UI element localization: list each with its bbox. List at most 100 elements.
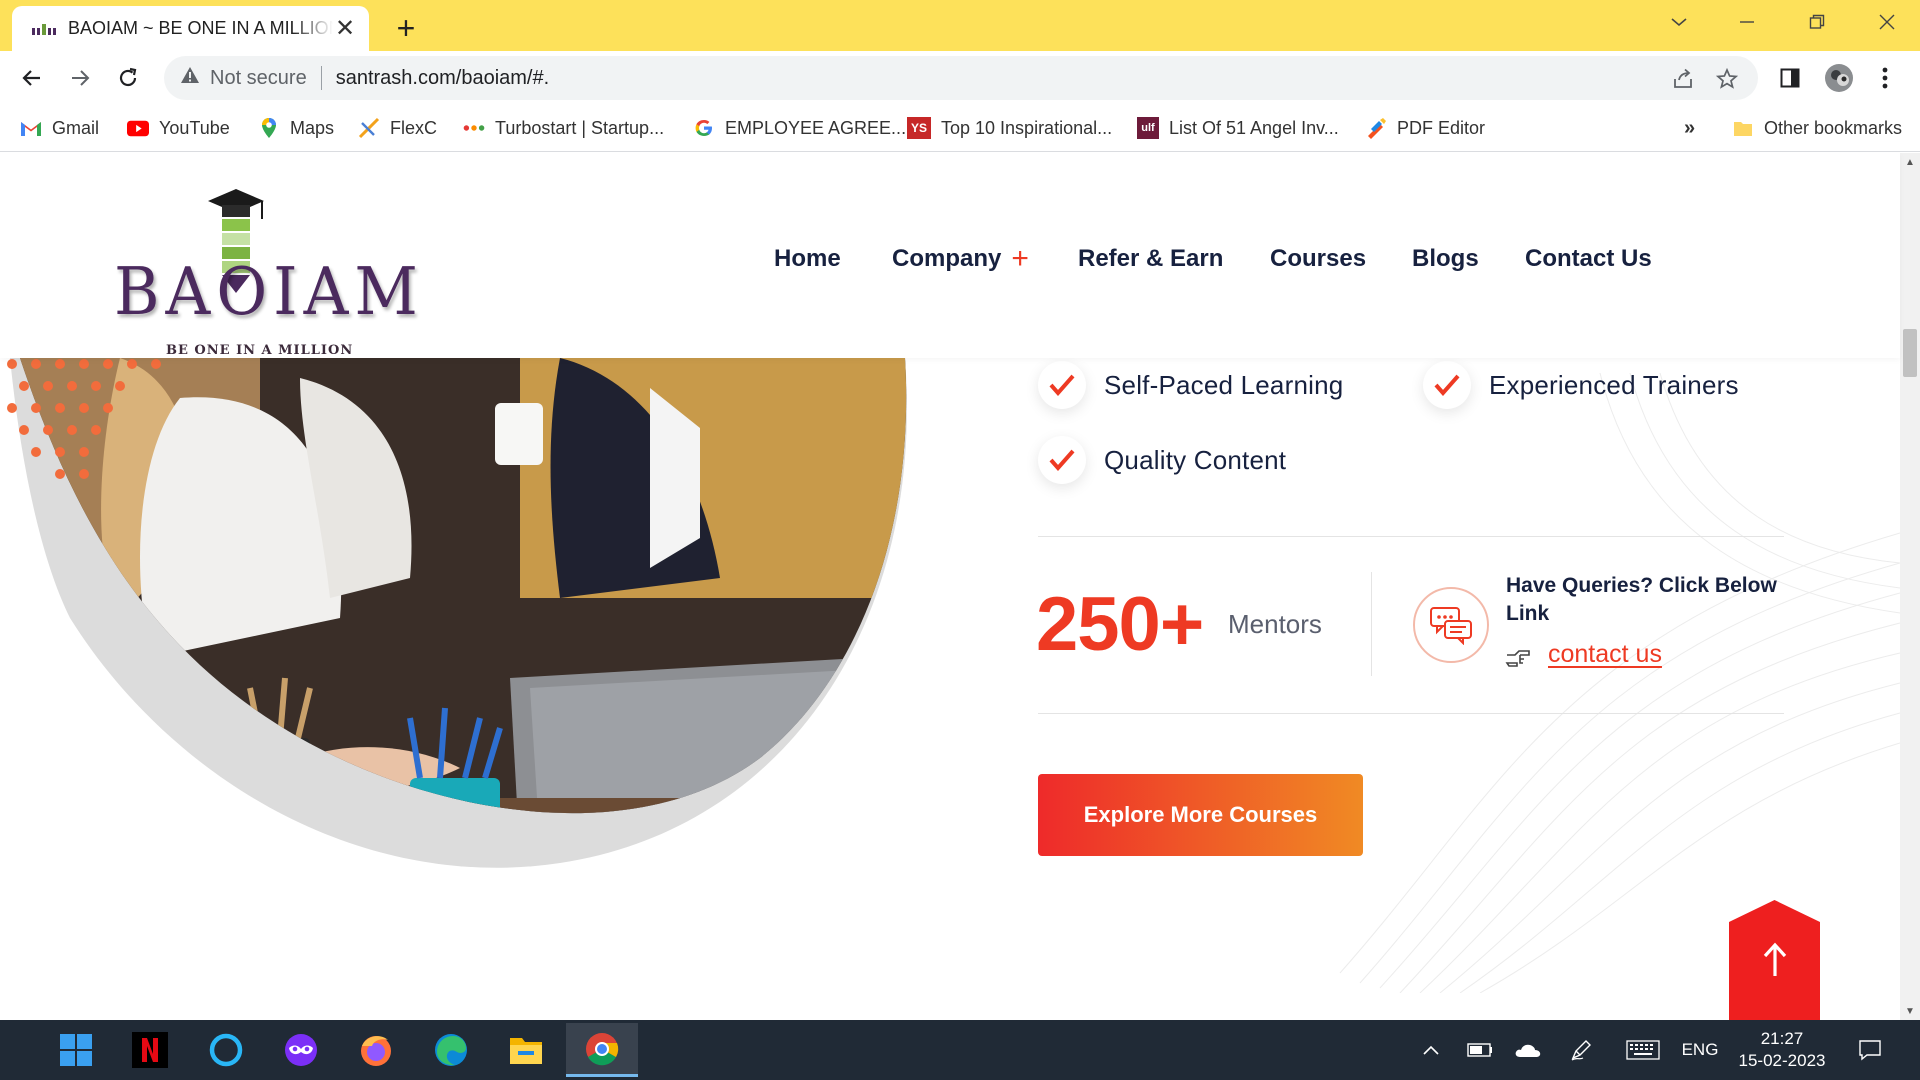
file-explorer-icon[interactable]	[498, 1026, 554, 1074]
reload-icon[interactable]	[110, 60, 146, 96]
turbostart-icon	[463, 117, 485, 139]
nav-refer-label: Refer & Earn	[1078, 245, 1224, 272]
back-to-top-button[interactable]	[1729, 900, 1820, 1020]
restore-icon[interactable]	[1782, 0, 1852, 44]
mentors-label: Mentors	[1228, 609, 1322, 639]
bookmark-maps[interactable]: Maps	[258, 113, 334, 143]
side-panel-icon[interactable]	[1775, 63, 1805, 93]
other-bookmarks[interactable]: Other bookmarks	[1732, 113, 1902, 143]
google-icon	[693, 117, 715, 139]
bookmarks-overflow-button[interactable]: »	[1684, 113, 1695, 143]
not-secure-label[interactable]: Not secure	[210, 67, 307, 90]
pointing-hand-icon	[1505, 650, 1530, 667]
mentors-plus: +	[1159, 582, 1204, 667]
keyboard-icon[interactable]	[1621, 1020, 1665, 1080]
cortana-icon[interactable]	[198, 1026, 254, 1074]
bookmark-label: List Of 51 Angel Inv...	[1169, 117, 1339, 138]
contact-us-link[interactable]: contact us	[1548, 640, 1662, 669]
pen-icon[interactable]	[1563, 1020, 1599, 1080]
pdf-editor-icon	[1365, 117, 1387, 139]
nav-company[interactable]: Company +	[892, 239, 1029, 279]
folder-icon	[1732, 117, 1754, 139]
tab-title: BAOIAM ~ BE ONE IN A MILLION	[68, 18, 333, 38]
forward-icon[interactable]	[62, 60, 98, 96]
menu-kebab-icon[interactable]	[1870, 63, 1900, 93]
chevron-down-icon[interactable]	[1644, 0, 1714, 44]
address-bar[interactable]: Not secure santrash.com/baoiam/#.	[164, 56, 1758, 100]
firefox-icon[interactable]	[348, 1026, 404, 1074]
feature-label: Quality Content	[1104, 444, 1287, 475]
bookmark-label: FlexC	[390, 117, 438, 138]
windows-taskbar: ENG 21:27 15-02-2023	[0, 1020, 1920, 1080]
feature-experienced-trainers: Experienced Trainers	[1423, 361, 1739, 409]
chevron-up-icon[interactable]	[1416, 1020, 1446, 1080]
scrollbar-thumb[interactable]	[1903, 329, 1917, 377]
vpn-mask-icon[interactable]	[273, 1026, 329, 1074]
nav-company-label: Company	[892, 245, 1002, 272]
chrome-icon[interactable]	[566, 1023, 638, 1077]
bookmark-employee-agreement[interactable]: EMPLOYEE AGREE...	[693, 113, 906, 143]
vertical-divider	[1371, 572, 1372, 676]
maps-icon	[258, 117, 280, 139]
clock-date: 15-02-2023	[1738, 1051, 1826, 1070]
nav-refer-earn[interactable]: Refer & Earn	[1078, 239, 1223, 279]
check-icon	[1423, 361, 1471, 409]
chat-bubbles-icon	[1413, 587, 1489, 663]
bookmark-youtube[interactable]: YouTube	[127, 113, 230, 143]
background-waves	[1339, 373, 1900, 993]
nav-blogs[interactable]: Blogs	[1412, 239, 1479, 279]
share-icon[interactable]	[1668, 64, 1698, 94]
scroll-up-icon[interactable]: ▲	[1900, 153, 1920, 171]
avatar[interactable]	[1824, 63, 1854, 93]
hero-image	[7, 358, 907, 868]
youtube-icon	[127, 117, 149, 139]
flexc-icon	[358, 117, 380, 139]
site-logo[interactable]: BAOIAM BE ONE IN A MILLION	[110, 183, 418, 358]
window-close-icon[interactable]	[1852, 0, 1920, 44]
nav-contact-label: Contact Us	[1525, 245, 1652, 272]
bookmark-label: Maps	[290, 117, 335, 138]
nav-blogs-label: Blogs	[1412, 245, 1479, 272]
plus-icon: +	[1011, 242, 1029, 275]
netflix-icon[interactable]	[122, 1026, 178, 1074]
nav-contact-us[interactable]: Contact Us	[1525, 239, 1652, 279]
bookmark-angel-investors[interactable]: ulf List Of 51 Angel Inv...	[1137, 113, 1339, 143]
bookmark-label: EMPLOYEE AGREE...	[725, 117, 907, 138]
notifications-icon[interactable]	[1850, 1020, 1890, 1080]
url-text[interactable]: santrash.com/baoiam/#.	[336, 67, 549, 90]
onedrive-icon[interactable]	[1510, 1020, 1546, 1080]
bookmark-pdf-editor[interactable]: PDF Editor	[1365, 113, 1485, 143]
feature-quality-content: Quality Content	[1038, 436, 1286, 484]
scroll-down-icon[interactable]: ▼	[1900, 1002, 1920, 1020]
bookmark-inspirational[interactable]: YS Top 10 Inspirational...	[907, 113, 1112, 143]
back-icon[interactable]	[14, 60, 50, 96]
mentors-count: 250+	[1036, 581, 1204, 668]
feature-label: Experienced Trainers	[1489, 369, 1739, 400]
browser-tab-strip: BAOIAM ~ BE ONE IN A MILLION ✕ +	[0, 0, 1920, 51]
battery-icon[interactable]	[1463, 1020, 1497, 1080]
edge-icon[interactable]	[423, 1026, 479, 1074]
bookmark-label: PDF Editor	[1397, 117, 1486, 138]
close-icon[interactable]: ✕	[333, 15, 357, 42]
system-clock[interactable]: 21:27 15-02-2023	[1738, 1028, 1826, 1072]
language-indicator[interactable]: ENG	[1680, 1020, 1720, 1080]
bookmark-label: Top 10 Inspirational...	[941, 117, 1113, 138]
browser-toolbar: Not secure santrash.com/baoiam/#.	[0, 51, 1920, 105]
gmail-icon	[20, 117, 42, 139]
bookmark-gmail[interactable]: Gmail	[20, 113, 99, 143]
bookmark-flexc[interactable]: FlexC	[358, 113, 437, 143]
divider	[1038, 536, 1784, 537]
bookmark-star-icon[interactable]	[1712, 64, 1742, 94]
new-tab-button[interactable]: +	[390, 10, 422, 46]
explore-more-courses-button[interactable]: Explore More Courses	[1038, 774, 1363, 856]
nav-home[interactable]: Home	[774, 239, 841, 279]
minimize-icon[interactable]	[1712, 0, 1782, 44]
browser-tab[interactable]: BAOIAM ~ BE ONE IN A MILLION ✕	[12, 6, 369, 51]
site-icon: ulf	[1137, 117, 1159, 139]
nav-courses[interactable]: Courses	[1270, 239, 1366, 279]
check-icon	[1038, 361, 1086, 409]
page-scrollbar[interactable]: ▲ ▼	[1900, 153, 1920, 1020]
bookmark-turbostart[interactable]: Turbostart | Startup...	[463, 113, 664, 143]
windows-start-icon[interactable]	[48, 1026, 104, 1074]
yourstory-icon: YS	[907, 117, 931, 139]
